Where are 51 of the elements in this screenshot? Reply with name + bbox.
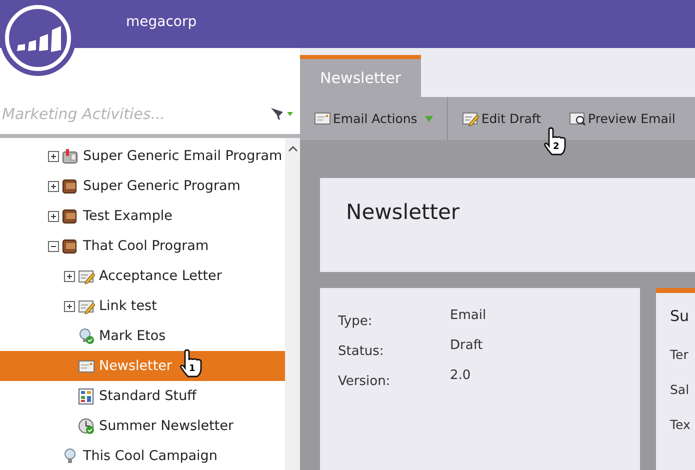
field-label: Ter bbox=[670, 347, 690, 364]
email-title: Newsletter bbox=[346, 200, 460, 224]
expand-icon[interactable] bbox=[64, 300, 75, 312]
search-field[interactable]: Marketing Activities... bbox=[2, 105, 270, 123]
pencil-document-icon bbox=[78, 268, 95, 284]
pencil-document-icon bbox=[462, 110, 480, 126]
mailbox-icon bbox=[62, 148, 79, 164]
tree-item[interactable]: Test Example bbox=[0, 201, 285, 231]
step-number: 2 bbox=[553, 142, 560, 152]
lightbulb-check-icon bbox=[78, 328, 95, 344]
collapse-icon[interactable] bbox=[48, 240, 59, 252]
tree-item[interactable]: This Cool Campaign bbox=[0, 441, 285, 470]
tree-item[interactable]: That Cool Program bbox=[0, 231, 285, 261]
step-number: 1 bbox=[189, 364, 196, 374]
field-label: Type: bbox=[338, 313, 374, 331]
toolbar-button[interactable]: Preview Email bbox=[555, 97, 690, 140]
tree-item[interactable]: Summer Newsletter bbox=[0, 411, 285, 441]
menu-button[interactable]: Email Actions bbox=[300, 97, 448, 140]
expand-icon[interactable] bbox=[48, 210, 59, 222]
filter-icon[interactable] bbox=[270, 107, 294, 121]
workspace-name[interactable]: megacorp bbox=[126, 14, 197, 30]
expand-icon[interactable] bbox=[64, 270, 75, 282]
pencil-document-icon bbox=[78, 298, 95, 314]
folder-icon bbox=[62, 208, 79, 224]
report-grid-icon bbox=[78, 388, 95, 404]
folder-icon bbox=[62, 238, 79, 254]
field-label: Status: bbox=[338, 343, 385, 361]
dropdown-icon bbox=[425, 116, 434, 122]
tree-item[interactable]: Link test bbox=[0, 291, 285, 321]
scrollbar[interactable] bbox=[285, 138, 300, 470]
envelope-icon bbox=[78, 358, 95, 374]
field-value: Draft bbox=[450, 337, 483, 355]
magnifier-document-icon bbox=[569, 110, 586, 126]
expand-icon[interactable] bbox=[48, 180, 59, 192]
summary-title: Su bbox=[670, 307, 690, 325]
expand-icon[interactable] bbox=[48, 150, 59, 162]
field-label: Sal bbox=[670, 382, 690, 399]
field-label: Tex bbox=[670, 417, 692, 434]
scroll-up-icon[interactable] bbox=[288, 146, 298, 152]
toolbar-button[interactable]: Edit Draft bbox=[448, 97, 556, 140]
tree-item[interactable]: Super Generic Program bbox=[0, 171, 285, 201]
tree-item[interactable]: Super Generic Email Program bbox=[0, 141, 285, 171]
tree-item[interactable]: Standard Stuff bbox=[0, 381, 285, 411]
field-label: Version: bbox=[338, 373, 392, 391]
tree-item[interactable]: Acceptance Letter bbox=[0, 261, 285, 291]
folder-icon bbox=[62, 178, 79, 194]
envelope-icon bbox=[314, 110, 331, 126]
clock-check-icon bbox=[78, 418, 95, 434]
field-value: 2.0 bbox=[450, 367, 471, 385]
tree-item[interactable]: Mark Etos bbox=[0, 321, 285, 351]
field-value: Email bbox=[450, 307, 486, 325]
